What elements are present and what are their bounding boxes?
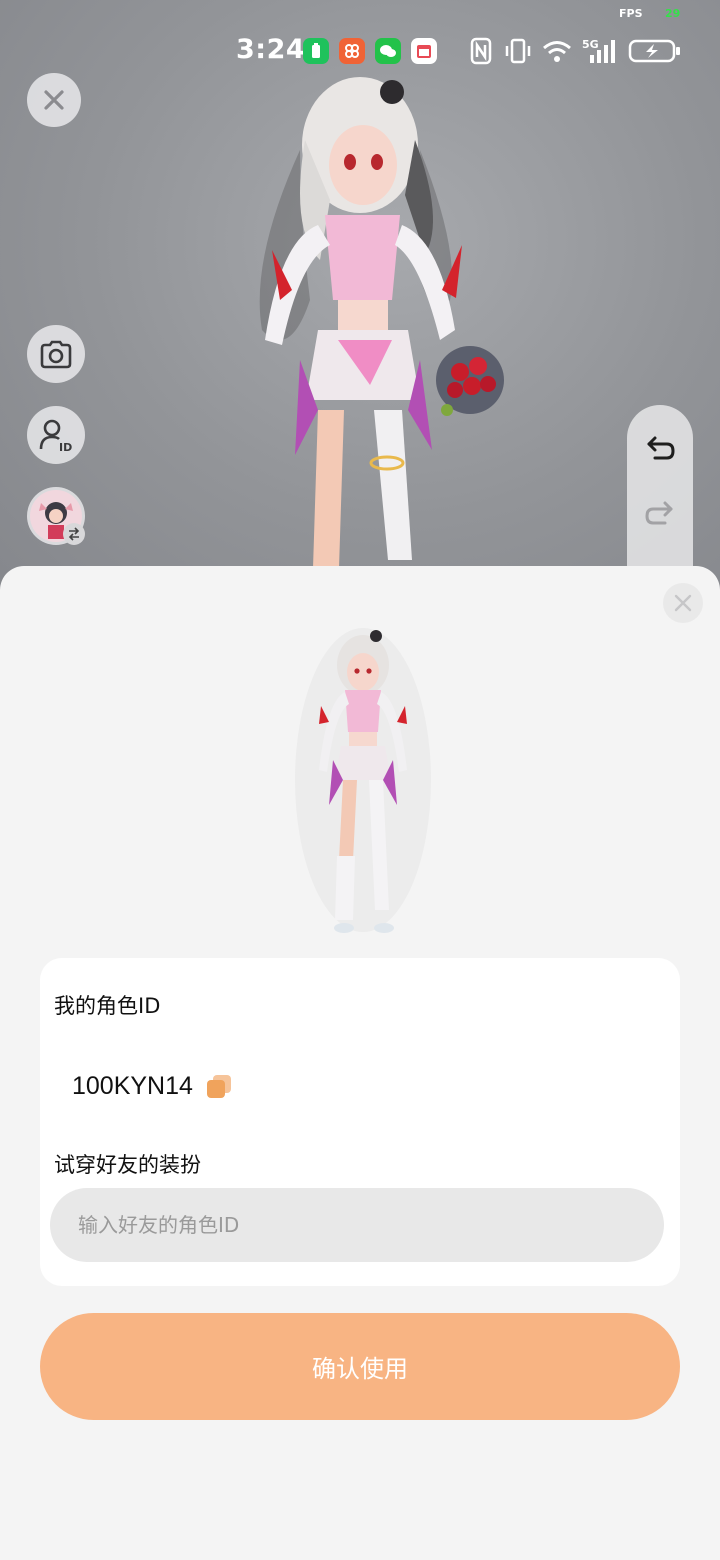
signal-icon [590,40,615,63]
avatar-scene[interactable]: FPS 29 3:24 5G ID [0,0,720,600]
battery-app-icon [303,38,329,64]
friend-role-id-input[interactable] [50,1188,664,1262]
wechat-icon [375,38,401,64]
undo-icon[interactable] [645,435,675,465]
copy-icon[interactable] [207,1075,231,1099]
role-id-button[interactable]: ID [27,406,85,464]
wifi-icon [543,41,571,62]
camera-icon [40,340,72,369]
svg-text:ID: ID [59,441,72,453]
close-scene-button[interactable] [27,73,81,127]
user-id-icon: ID [39,419,72,453]
switch-avatar-button[interactable] [27,487,85,545]
calendar-app-icon [411,38,437,64]
app-notification-icon [339,38,365,64]
fps-value: 29 [665,7,681,20]
confirm-button[interactable]: 确认使用 [40,1313,680,1420]
close-icon [674,594,692,612]
status-time: 3:24 [236,34,306,65]
close-icon [44,90,64,110]
avatar-preview [295,628,431,933]
redo-icon[interactable] [645,500,675,530]
fps-label: FPS [619,7,643,20]
sheet-close-button[interactable] [663,583,703,623]
battery-charging-icon [628,39,680,63]
try-on-label: 试穿好友的装扮 [54,1153,201,1177]
my-role-id-label: 我的角色ID [54,994,161,1018]
nfc-icon [470,37,492,65]
vibrate-icon [505,38,531,64]
status-bar: 3:24 5G [0,34,720,70]
my-role-id-value: 100KYN14 [72,1072,193,1100]
avatar-figure [259,77,504,600]
camera-button[interactable] [27,325,85,383]
switch-icon [63,523,85,545]
